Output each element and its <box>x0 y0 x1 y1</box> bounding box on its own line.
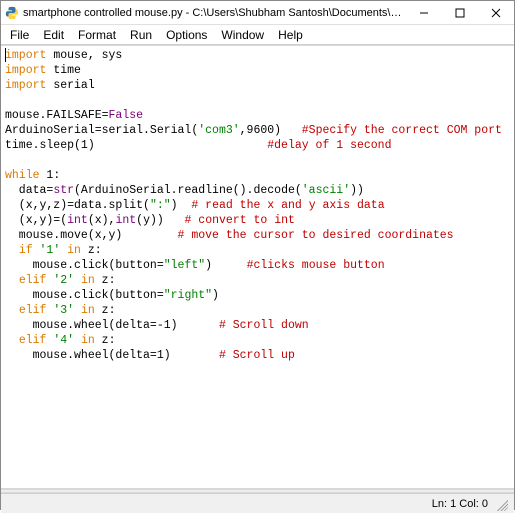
maximize-button[interactable] <box>442 1 478 24</box>
titlebar: smartphone controlled mouse.py - C:\User… <box>1 1 514 25</box>
menu-edit[interactable]: Edit <box>36 26 71 44</box>
menu-options[interactable]: Options <box>159 26 214 44</box>
code-editor[interactable]: import mouse, sysimport timeimport seria… <box>1 45 514 489</box>
python-idle-icon <box>5 6 19 20</box>
menu-window[interactable]: Window <box>214 26 271 44</box>
window-title: smartphone controlled mouse.py - C:\User… <box>23 7 406 19</box>
menu-file[interactable]: File <box>3 26 36 44</box>
minimize-button[interactable] <box>406 1 442 24</box>
code-content: import mouse, sysimport timeimport seria… <box>1 46 514 365</box>
window-controls <box>406 1 514 24</box>
menu-help[interactable]: Help <box>271 26 310 44</box>
resize-grip-icon[interactable] <box>494 497 508 511</box>
close-button[interactable] <box>478 1 514 24</box>
menu-run[interactable]: Run <box>123 26 159 44</box>
text-caret <box>5 48 6 62</box>
cursor-position: Ln: 1 Col: 0 <box>432 498 488 510</box>
menubar: File Edit Format Run Options Window Help <box>1 25 514 45</box>
menu-format[interactable]: Format <box>71 26 123 44</box>
statusbar: Ln: 1 Col: 0 <box>1 493 514 513</box>
